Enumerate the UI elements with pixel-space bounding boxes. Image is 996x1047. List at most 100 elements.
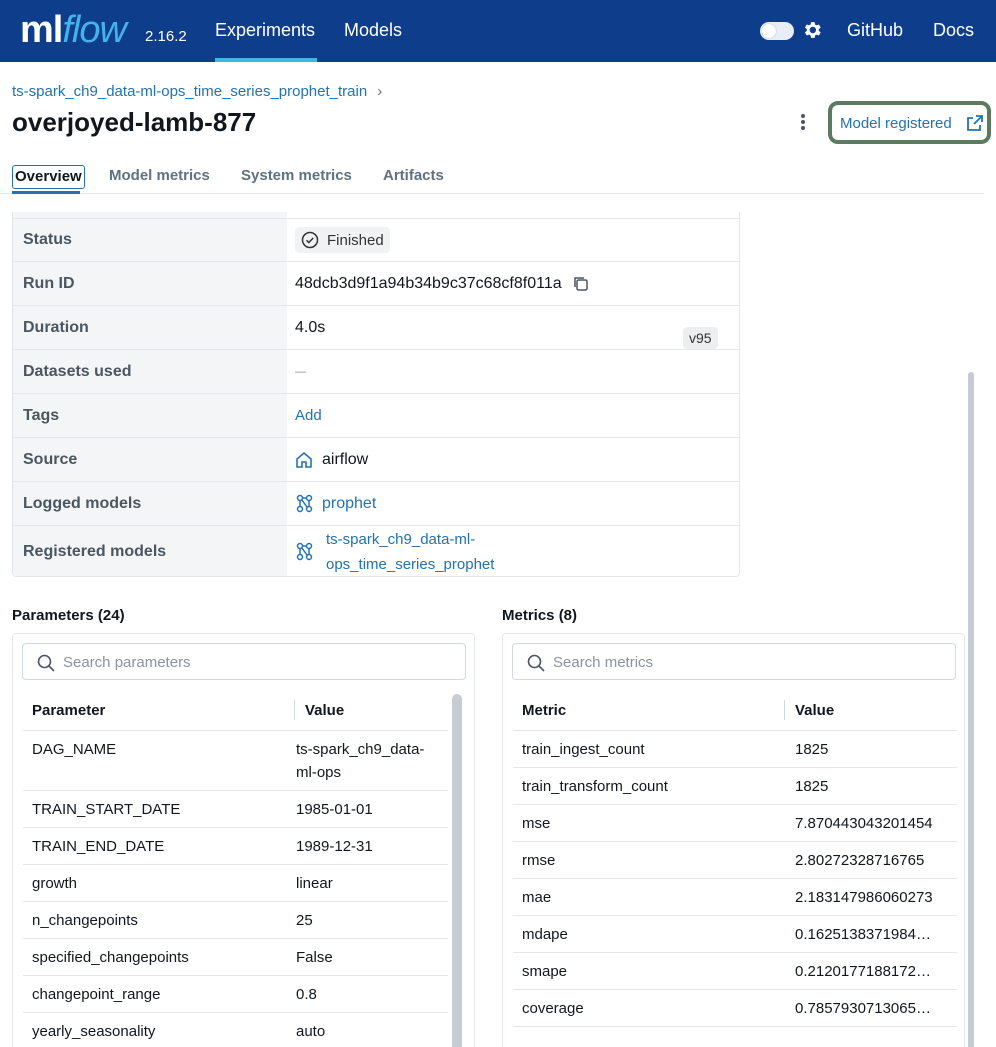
detail-key: Logged models xyxy=(13,482,287,525)
metric-link[interactable]: train_transform_count xyxy=(522,775,668,798)
kebab-menu-icon[interactable] xyxy=(795,112,811,132)
detail-key: Source xyxy=(13,438,287,481)
source-value: airflow xyxy=(322,450,369,468)
param-row: specified_changepoints False xyxy=(23,939,448,976)
detail-row-partial xyxy=(13,212,739,219)
metric-link[interactable]: rmse xyxy=(522,849,555,872)
model-registered-button[interactable]: Model registered xyxy=(828,101,991,144)
check-circle-icon xyxy=(301,231,319,249)
col-value[interactable]: Value xyxy=(795,702,834,719)
param-row: growth linear xyxy=(23,865,448,902)
registered-model-link[interactable]: ts-spark_ch9_data-ml-ops_time_series_pro… xyxy=(326,527,494,577)
gear-icon[interactable] xyxy=(801,19,823,41)
metric-link[interactable]: train_ingest_count xyxy=(522,738,645,761)
detail-key: Duration xyxy=(13,306,287,349)
model-registered-label: Model registered xyxy=(840,115,952,132)
tab-overview[interactable]: Overview xyxy=(12,165,85,189)
breadcrumb-experiment-link[interactable]: ts-spark_ch9_data-ml-ops_time_series_pro… xyxy=(12,83,367,100)
version-badge[interactable]: v95 xyxy=(683,327,718,349)
metric-value: 1825 xyxy=(795,741,829,758)
mlflow-logo[interactable]: mlflow xyxy=(20,8,127,52)
param-row: TRAIN_END_DATE 1989-12-31 xyxy=(23,828,448,865)
add-tag-link[interactable]: Add xyxy=(295,394,739,437)
metrics-header-row: Metric Value xyxy=(513,690,957,731)
parameters-scrollbar[interactable] xyxy=(452,694,462,1047)
theme-toggle[interactable] xyxy=(760,22,794,40)
param-key: TRAIN_START_DATE xyxy=(32,801,181,818)
param-value: 1989-12-31 xyxy=(296,838,373,855)
param-value-line1: ts-spark_ch9_data- xyxy=(296,741,425,758)
search-icon xyxy=(37,654,55,672)
home-icon xyxy=(296,451,312,468)
param-value: 1985-01-01 xyxy=(296,801,373,818)
detail-row-source: Source airflow xyxy=(13,438,739,482)
parameters-header-row: Parameter Value xyxy=(23,690,448,731)
breadcrumb-separator: › xyxy=(377,83,383,100)
logo-ml-text: ml xyxy=(20,9,63,51)
detail-row-datasets: Datasets used — xyxy=(13,350,739,394)
detail-key: Run ID xyxy=(13,262,287,305)
metric-value: 0.7857930713065… xyxy=(795,1000,931,1017)
run-details-table: Status Finished Run ID 48dcb3d9f1a94b34b… xyxy=(12,212,740,577)
search-metrics-input[interactable]: Search metrics xyxy=(512,643,956,680)
parameters-title: Parameters (24) xyxy=(12,607,125,624)
breadcrumb: ts-spark_ch9_data-ml-ops_time_series_pro… xyxy=(12,83,382,100)
param-value: False xyxy=(296,949,333,966)
detail-key: Registered models xyxy=(13,526,287,576)
tab-artifacts[interactable]: Artifacts xyxy=(383,167,444,184)
param-key: TRAIN_END_DATE xyxy=(32,838,165,855)
nav-active-indicator xyxy=(215,58,317,62)
search-placeholder: Search metrics xyxy=(553,654,654,671)
search-placeholder: Search parameters xyxy=(63,654,191,671)
metric-link[interactable]: mse xyxy=(522,812,550,835)
param-key: specified_changepoints xyxy=(32,949,189,966)
param-value: 0.8 xyxy=(296,986,317,1003)
detail-row-tags: Tags Add xyxy=(13,394,739,438)
tab-active-underline xyxy=(12,191,80,194)
tab-model-metrics[interactable]: Model metrics xyxy=(109,167,210,184)
nav-github[interactable]: GitHub xyxy=(847,20,903,41)
param-key: yearly_seasonality xyxy=(32,1023,156,1040)
tab-system-metrics[interactable]: System metrics xyxy=(241,167,352,184)
page-scrollbar-thumb[interactable] xyxy=(968,372,974,1047)
param-key: n_changepoints xyxy=(32,912,138,929)
metric-link[interactable]: mdape xyxy=(522,923,568,946)
detail-key: Status xyxy=(13,219,287,261)
metric-link[interactable]: smape xyxy=(522,960,567,983)
col-value[interactable]: Value xyxy=(305,702,344,719)
param-value-line2: ml-ops xyxy=(296,764,342,781)
page-title: overjoyed-lamb-877 xyxy=(12,107,257,137)
run-tabs: Overview Model metrics System metrics Ar… xyxy=(0,160,984,194)
metric-value: 1825 xyxy=(795,778,829,795)
metric-value: 0.1625138371984… xyxy=(795,926,931,943)
param-key: changepoint_range xyxy=(32,986,161,1003)
run-id-value: 48dcb3d9f1a94b34b9c37c68cf8f011a xyxy=(295,274,562,292)
metric-row: coverage 0.7857930713065… xyxy=(513,990,957,1027)
model-icon xyxy=(296,494,313,513)
metric-value: 0.2120177188172… xyxy=(795,963,931,980)
nav-experiments[interactable]: Experiments xyxy=(215,20,315,41)
metric-row: mdape 0.1625138371984… xyxy=(513,916,957,953)
status-text: Finished xyxy=(327,231,384,249)
metric-link[interactable]: mae xyxy=(522,886,551,909)
metric-row: train_ingest_count 1825 xyxy=(513,731,957,768)
col-parameter[interactable]: Parameter xyxy=(32,702,105,719)
detail-row-run-id: Run ID 48dcb3d9f1a94b34b9c37c68cf8f011a xyxy=(13,262,739,306)
metric-row: smape 0.2120177188172… xyxy=(513,953,957,990)
metric-link[interactable]: coverage xyxy=(522,997,584,1020)
param-key: growth xyxy=(32,875,78,892)
datasets-value: — xyxy=(295,365,306,378)
param-value: auto xyxy=(296,1023,326,1040)
nav-docs[interactable]: Docs xyxy=(933,20,974,41)
metric-row: mae 2.183147986060273 xyxy=(513,879,957,916)
run-page: mlflow 2.16.2 Experiments Models GitHub … xyxy=(0,0,996,1047)
search-parameters-input[interactable]: Search parameters xyxy=(22,643,466,680)
metric-row: rmse 2.80272328716765 xyxy=(513,842,957,879)
detail-row-status: Status Finished xyxy=(13,219,739,262)
copy-icon[interactable] xyxy=(572,275,589,292)
nav-models[interactable]: Models xyxy=(344,20,402,41)
logged-model-link[interactable]: prophet xyxy=(322,495,376,513)
param-row: n_changepoints 25 xyxy=(23,902,448,939)
page-scrollbar[interactable] xyxy=(963,212,977,1047)
col-metric[interactable]: Metric xyxy=(522,702,566,719)
